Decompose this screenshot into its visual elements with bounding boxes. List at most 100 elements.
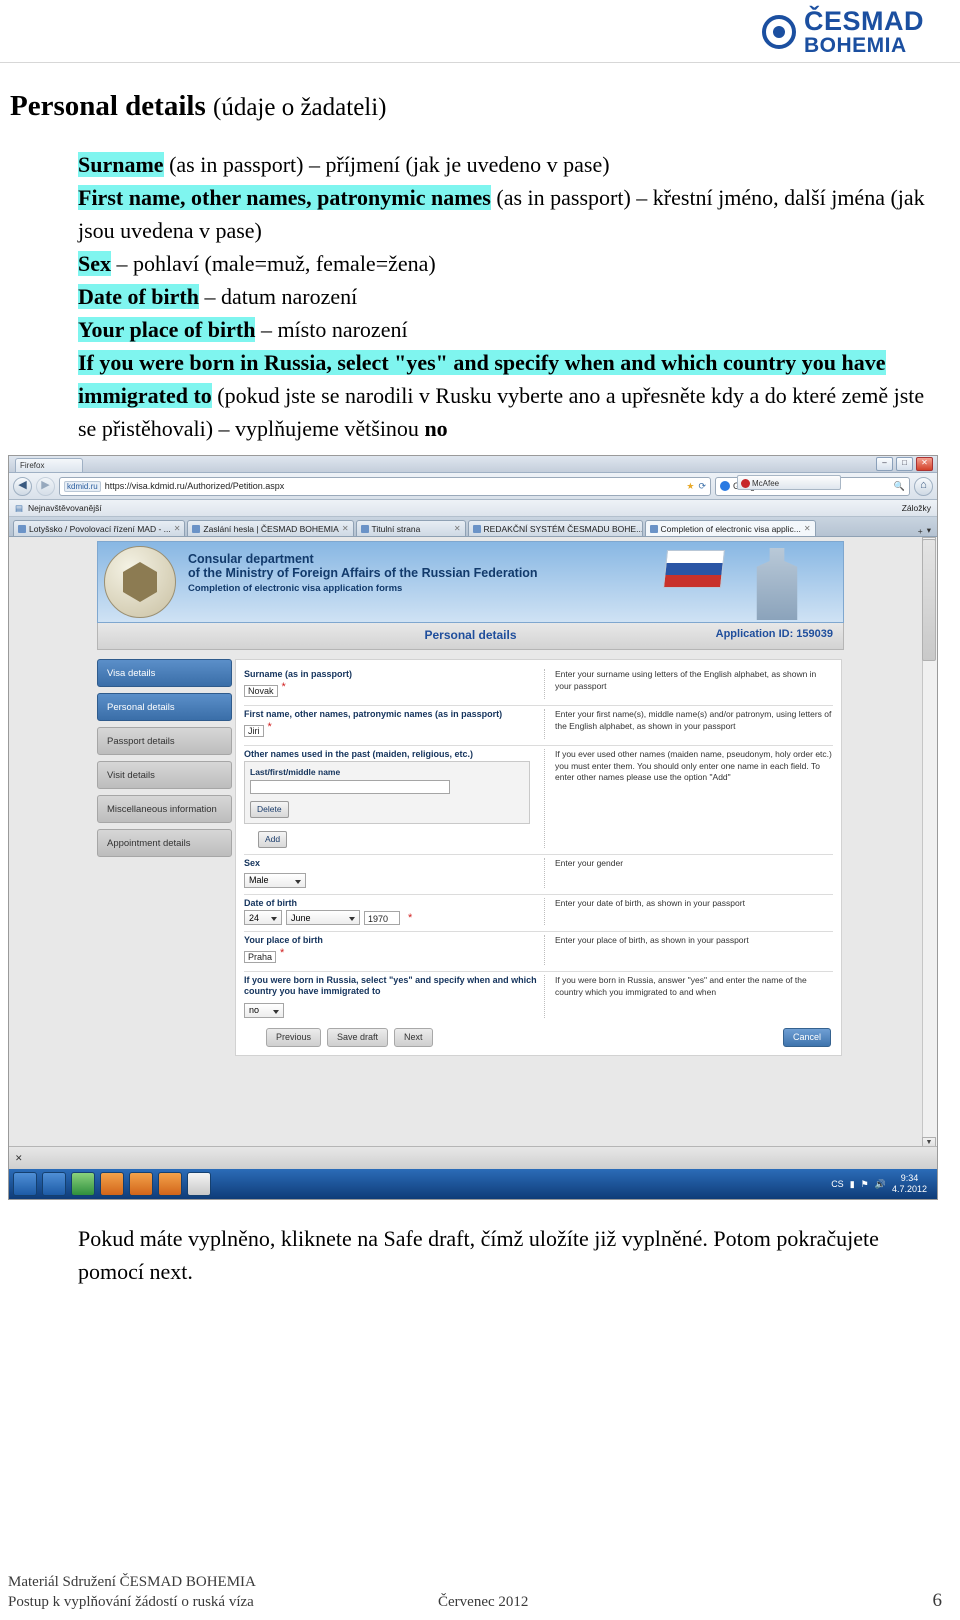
- site-identity-chip: kdmid.ru: [64, 480, 101, 492]
- tab-close-icon[interactable]: ✕: [804, 524, 811, 533]
- browser-tab-3-label: Titulní strana: [371, 523, 421, 534]
- firefox-icon-3[interactable]: [158, 1172, 182, 1196]
- language-indicator[interactable]: CS: [831, 1179, 844, 1189]
- page-title-main: Personal details: [10, 90, 206, 122]
- field-date-of-birth: Date of birth 24 June 1970 * Enter your …: [236, 895, 841, 925]
- delete-button[interactable]: Delete: [250, 801, 289, 818]
- word-icon[interactable]: [187, 1172, 211, 1196]
- cancel-button[interactable]: Cancel: [782, 1028, 831, 1047]
- tab-favicon-icon: [18, 524, 26, 533]
- browser-tab-1[interactable]: Lotyšsko / Povolovací řízení MAD - ... ✕: [13, 520, 186, 536]
- next-button[interactable]: Next: [394, 1028, 433, 1047]
- bookmark-folder-icon: ▤: [15, 502, 24, 513]
- firefox-icon-2[interactable]: [129, 1172, 153, 1196]
- russia-hint: If you were born in Russia, answer "yes"…: [544, 975, 833, 1018]
- first-name-input[interactable]: Jiri: [244, 725, 264, 737]
- add-button[interactable]: Add: [258, 831, 288, 848]
- clock-date: 4.7.2012: [891, 1184, 927, 1194]
- surname-input[interactable]: Novak: [244, 685, 278, 697]
- maximize-button[interactable]: □: [896, 457, 913, 471]
- mcafee-label: McAfee: [752, 479, 780, 488]
- header-divider: [0, 62, 960, 63]
- field-surname: Surname (as in passport) Novak * Enter yo…: [236, 666, 841, 699]
- sex-select[interactable]: Male: [244, 872, 306, 888]
- intro-paragraph: Surname (as in passport) – příjmení (jak…: [78, 148, 933, 445]
- close-icon[interactable]: ✕: [15, 1153, 23, 1164]
- browser-tab-2[interactable]: Zaslání hesla | ČESMAD BOHEMIA ✕: [187, 520, 354, 536]
- back-arrow-icon[interactable]: ◀: [13, 476, 32, 496]
- dob-year-input[interactable]: 1970: [364, 910, 400, 925]
- windows-taskbar: CS ▮ ⚑ 🔊 9:34 4.7.2012: [9, 1169, 937, 1199]
- new-tab-button[interactable]: +: [918, 526, 923, 536]
- explorer-icon[interactable]: [71, 1172, 95, 1196]
- sidebar-item-passport-details[interactable]: Passport details: [97, 727, 232, 755]
- browser-tab-5[interactable]: Completion of electronic visa applic... ✕: [644, 520, 816, 536]
- url-text: https://visa.kdmid.ru/Authorized/Petitio…: [104, 481, 285, 491]
- sidebar-item-visa-details[interactable]: Visa details: [97, 659, 232, 687]
- intro-line6-bold: no: [424, 416, 448, 441]
- sidebar-item-label: Visit details: [107, 769, 155, 781]
- sidebar-item-miscellaneous-information[interactable]: Miscellaneous information: [97, 795, 232, 823]
- dob-day-select[interactable]: 24: [244, 910, 282, 925]
- first-name-hint: Enter your first name(s), middle name(s)…: [544, 709, 833, 739]
- close-button[interactable]: ✕: [916, 457, 933, 471]
- intro-line5-rest: – místo narození: [255, 317, 408, 342]
- home-icon[interactable]: ⌂: [914, 476, 933, 496]
- volume-icon[interactable]: 🔊: [875, 1179, 886, 1190]
- sidebar-item-appointment-details[interactable]: Appointment details: [97, 829, 232, 857]
- first-name-label: First name, other names, patronymic name…: [244, 709, 503, 719]
- address-bar[interactable]: kdmid.ru https://visa.kdmid.ru/Authorize…: [59, 476, 711, 496]
- intro-line4-rest: – datum narození: [198, 284, 358, 309]
- save-draft-button[interactable]: Save draft: [327, 1028, 389, 1047]
- surname-hint: Enter your surname using letters of the …: [544, 669, 833, 699]
- previous-button[interactable]: Previous: [266, 1028, 322, 1047]
- chevron-down-icon[interactable]: ▾: [927, 525, 931, 536]
- sidebar-item-personal-details[interactable]: Personal details: [97, 693, 232, 721]
- sidebar-item-visit-details[interactable]: Visit details: [97, 761, 232, 789]
- required-marker: *: [267, 721, 272, 733]
- firefox-icon[interactable]: [100, 1172, 124, 1196]
- forward-arrow-icon[interactable]: ▶: [36, 476, 55, 496]
- ie-icon[interactable]: [42, 1172, 66, 1196]
- tab-favicon-icon: [472, 524, 481, 533]
- sex-label: Sex: [244, 858, 261, 868]
- page-title: Personal details (údaje o žadateli): [10, 90, 387, 123]
- tabstrip-right-controls: + ▾: [918, 525, 937, 536]
- bookmarks-menu-label[interactable]: Záložky: [902, 503, 931, 513]
- browser-tab-3[interactable]: Titulní strana ✕: [355, 520, 466, 536]
- network-icon[interactable]: ▮: [850, 1179, 855, 1190]
- bookmark-most-visited[interactable]: Nejnavštěvovanější: [28, 503, 102, 513]
- tab-close-icon[interactable]: ✕: [174, 524, 181, 533]
- search-icon[interactable]: 🔍: [894, 481, 905, 492]
- russia-select[interactable]: no: [244, 1002, 284, 1018]
- scrollbar-thumb[interactable]: [922, 539, 936, 661]
- bookmark-star-icon[interactable]: ★: [686, 481, 694, 492]
- field-born-in-russia: If you were born in Russia, select "yes"…: [236, 972, 841, 1018]
- dob-month-select[interactable]: June: [286, 910, 360, 925]
- mcafee-toolbar[interactable]: McAfee: [737, 475, 841, 490]
- flag-icon[interactable]: ⚑: [861, 1179, 869, 1190]
- tab-close-icon[interactable]: ✕: [342, 524, 349, 533]
- banner-line-1: Consular department: [188, 552, 314, 566]
- dob-hint: Enter your date of birth, as shown in yo…: [544, 898, 833, 925]
- field-first-name: First name, other names, patronymic name…: [236, 706, 841, 739]
- reload-icon[interactable]: ⟳: [698, 481, 706, 492]
- page-number: 6: [932, 1590, 943, 1611]
- firefox-app-button[interactable]: Firefox: [15, 458, 83, 472]
- status-strip: ✕: [9, 1146, 937, 1169]
- browser-tab-4[interactable]: REDAKČNÍ SYSTÉM ČESMADU BOHE...✕: [467, 520, 643, 536]
- intro-line1-rest: (as in passport) – příjmení (jak je uved…: [163, 152, 610, 177]
- page-scrollbar[interactable]: ▲ ▼: [922, 537, 937, 1151]
- field-place-of-birth: Your place of birth Praha * Enter your pl…: [236, 932, 841, 965]
- minimize-button[interactable]: –: [876, 457, 893, 471]
- intro-line5-highlight: Your place of birth: [78, 317, 256, 342]
- field-other-names: Other names used in the past (maiden, re…: [236, 746, 841, 848]
- browser-tab-4-label: REDAKČNÍ SYSTÉM ČESMADU BOHE...: [483, 523, 643, 534]
- clock-time: 9:34: [900, 1173, 919, 1183]
- pob-input[interactable]: Praha: [244, 951, 277, 963]
- tab-close-icon[interactable]: ✕: [454, 524, 461, 533]
- tab-favicon-icon: [649, 524, 658, 533]
- other-names-input[interactable]: [250, 780, 450, 794]
- taskbar-clock[interactable]: 9:34 4.7.2012: [892, 1173, 927, 1195]
- start-icon[interactable]: [13, 1172, 37, 1196]
